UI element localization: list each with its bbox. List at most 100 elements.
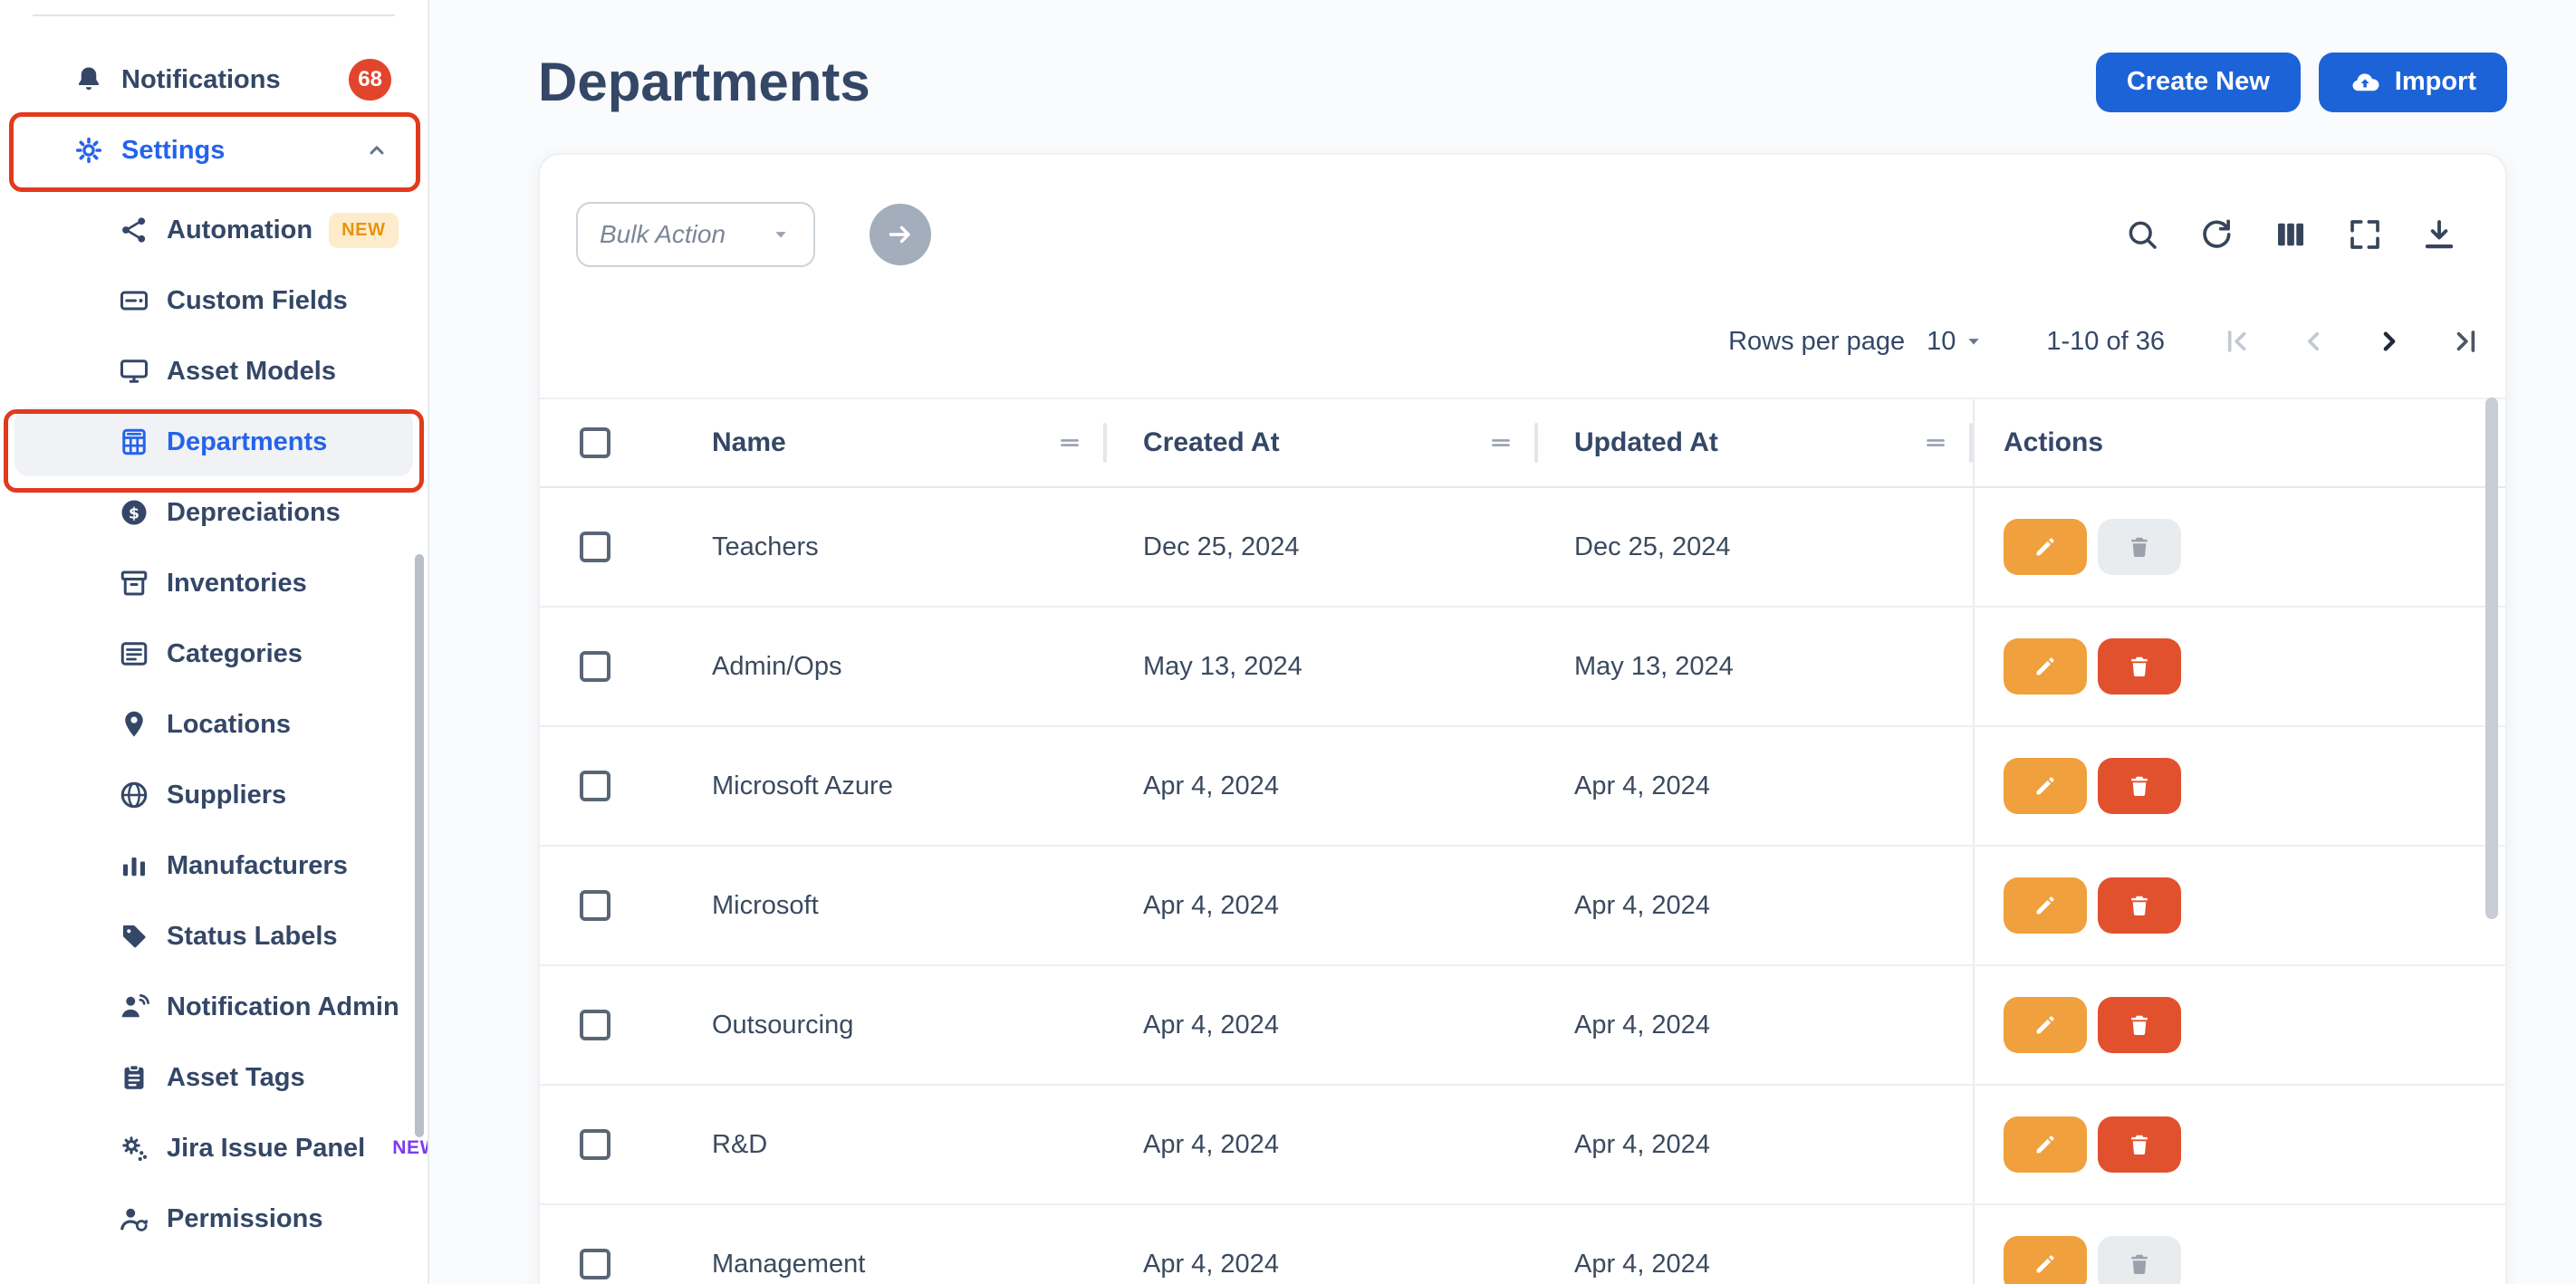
table-scrollbar-thumb[interactable] (2485, 398, 2498, 919)
sidebar-item-locations[interactable]: Locations (14, 690, 413, 759)
edit-button[interactable] (2004, 758, 2087, 814)
sidebar-item-asset-tags[interactable]: Asset Tags (14, 1043, 413, 1112)
edit-button[interactable] (2004, 638, 2087, 695)
sidebar-item-label: Manufacturers (167, 851, 348, 881)
bulk-action-submit-button[interactable] (870, 204, 931, 265)
sidebar-item-asset-models[interactable]: Asset Models (14, 337, 413, 406)
sidebar-item-label: Settings (121, 136, 225, 166)
pencil-icon (2032, 1131, 2059, 1158)
previous-page-button[interactable] (2295, 323, 2331, 359)
search-button[interactable] (2123, 216, 2161, 254)
row-checkbox[interactable] (580, 771, 610, 801)
sidebar-item-label: Suppliers (167, 781, 286, 810)
pencil-icon (2032, 533, 2059, 561)
select-all-checkbox[interactable] (580, 427, 610, 458)
sidebar-item-status-labels[interactable]: Status Labels (14, 902, 413, 971)
asset-models-icon (118, 355, 150, 388)
row-checkbox[interactable] (580, 532, 610, 562)
sidebar-item-inventories[interactable]: Inventories (14, 549, 413, 618)
sidebar-item-label: Asset Models (167, 357, 336, 387)
departments-card: Bulk Action Rows per page 10 (538, 153, 2507, 1284)
sidebar-item-badge: NEW (329, 213, 398, 248)
sidebar-item-permissions[interactable]: Permissions (14, 1184, 413, 1253)
main-content: Departments Create New Import Bulk Actio… (429, 0, 2576, 1284)
edit-button[interactable] (2004, 1236, 2087, 1284)
edit-button[interactable] (2004, 519, 2087, 575)
trash-icon (2126, 772, 2153, 800)
caret-down-icon (766, 220, 795, 249)
edit-button[interactable] (2004, 877, 2087, 934)
created-at-cell: Apr 4, 2024 (1107, 847, 1538, 964)
delete-button[interactable] (2098, 638, 2181, 695)
fullscreen-button[interactable] (2346, 216, 2384, 254)
rows-per-page-select[interactable]: 10 (1927, 327, 1988, 357)
chevron-up-icon (362, 136, 391, 165)
table-header-row: Name Created At Updated At Actions (540, 399, 2505, 488)
download-icon (2420, 216, 2458, 254)
department-name-cell: R&D (676, 1086, 1107, 1203)
row-checkbox[interactable] (580, 651, 610, 682)
row-checkbox[interactable] (580, 1249, 610, 1279)
app-root: Notifications 68 Settings Automation NEW… (0, 0, 2576, 1284)
departments-table: Name Created At Updated At Actions Teach… (540, 398, 2505, 1284)
pagination-bar: Rows per page 10 1-10 of 36 (540, 318, 2505, 365)
sidebar-item-label: Inventories (167, 569, 307, 599)
sidebar-item-label: Asset Tags (167, 1063, 305, 1093)
create-new-button[interactable]: Create New (2096, 53, 2301, 112)
refresh-icon (2197, 216, 2235, 254)
sidebar-item-settings[interactable]: Settings (14, 116, 413, 185)
download-button[interactable] (2420, 216, 2458, 254)
import-button[interactable]: Import (2319, 53, 2507, 112)
sidebar-item-manufacturers[interactable]: Manufacturers (14, 831, 413, 900)
delete-button[interactable] (2098, 1116, 2181, 1173)
bulk-action-select[interactable]: Bulk Action (576, 202, 815, 267)
last-page-button[interactable] (2447, 323, 2484, 359)
department-name-cell: Admin/Ops (676, 608, 1107, 725)
sidebar-scrollbar-thumb[interactable] (415, 554, 424, 1137)
rows-per-page-label: Rows per page (1728, 327, 1905, 357)
column-header-name: Name (712, 427, 786, 458)
manufacturers-icon (118, 849, 150, 882)
filter-icon[interactable] (1920, 427, 1951, 458)
sidebar-item-suppliers[interactable]: Suppliers (14, 761, 413, 829)
sidebar-item-notifications[interactable]: Notifications 68 (14, 45, 413, 114)
notification-admin-icon (118, 991, 150, 1023)
pencil-icon (2032, 892, 2059, 919)
delete-button[interactable] (2098, 758, 2181, 814)
delete-button[interactable] (2098, 997, 2181, 1053)
departments-icon (118, 426, 150, 458)
sidebar-item-label: Categories (167, 639, 303, 669)
sidebar-item-automation[interactable]: Automation NEW (14, 196, 413, 264)
sidebar-item-jira-issue-panel[interactable]: Jira Issue Panel NEW (14, 1114, 413, 1183)
jira-icon (118, 1132, 150, 1164)
sidebar-item-custom-fields[interactable]: Custom Fields (14, 266, 413, 335)
refresh-button[interactable] (2197, 216, 2235, 254)
edit-button[interactable] (2004, 997, 2087, 1053)
filter-icon[interactable] (1485, 427, 1516, 458)
page-header: Departments Create New Import (538, 51, 2507, 113)
sidebar-item-departments[interactable]: Departments (14, 407, 413, 476)
first-page-button[interactable] (2219, 323, 2255, 359)
row-checkbox[interactable] (580, 1129, 610, 1160)
sidebar-item-depreciations[interactable]: Depreciations (14, 478, 413, 547)
sidebar-item-label: Locations (167, 710, 291, 740)
pencil-icon (2032, 772, 2059, 800)
columns-button[interactable] (2272, 216, 2310, 254)
pagination-range: 1-10 of 36 (2046, 327, 2165, 357)
import-button-label: Import (2395, 67, 2476, 97)
header-actions: Create New Import (2096, 53, 2507, 112)
previous-page-icon (2295, 323, 2331, 359)
sidebar-item-label: Permissions (167, 1204, 322, 1234)
table-row-r-d: R&D Apr 4, 2024 Apr 4, 2024 (540, 1086, 2505, 1205)
next-page-button[interactable] (2371, 323, 2408, 359)
row-checkbox[interactable] (580, 890, 610, 921)
delete-button[interactable] (2098, 877, 2181, 934)
sidebar-item-notification-admin[interactable]: Notification Admin (14, 973, 413, 1041)
filter-icon[interactable] (1054, 427, 1085, 458)
updated-at-cell: Dec 25, 2024 (1538, 488, 1973, 606)
trash-icon (2126, 1011, 2153, 1039)
row-checkbox[interactable] (580, 1010, 610, 1040)
sidebar-item-categories[interactable]: Categories (14, 619, 413, 688)
delete-button-disabled (2098, 1236, 2181, 1284)
edit-button[interactable] (2004, 1116, 2087, 1173)
